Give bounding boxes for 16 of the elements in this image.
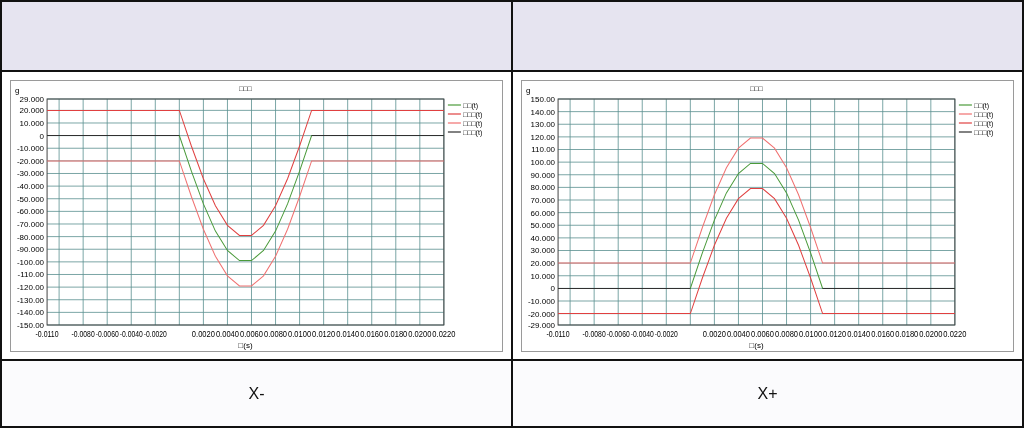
caption-text: X- (248, 384, 265, 403)
x-tick-label: 0.0220 (432, 328, 460, 339)
legend-swatch (447, 112, 462, 115)
legend-swatch (958, 112, 973, 115)
x-tick-label: -0.0020 (654, 328, 686, 339)
x-tick-label: -0.0020 (143, 328, 175, 339)
legend-swatch (958, 121, 973, 124)
x-tick-label: 0.0220 (943, 328, 971, 339)
x-tick-label: -0.0110 (35, 328, 66, 339)
legend-swatch (958, 103, 973, 106)
legend-swatch (958, 130, 973, 133)
legend-swatch (447, 103, 462, 106)
x-tick-label: -0.0110 (546, 328, 577, 339)
legend-swatch (447, 130, 462, 133)
caption-text: X+ (757, 384, 778, 403)
legend-swatch (447, 121, 462, 124)
